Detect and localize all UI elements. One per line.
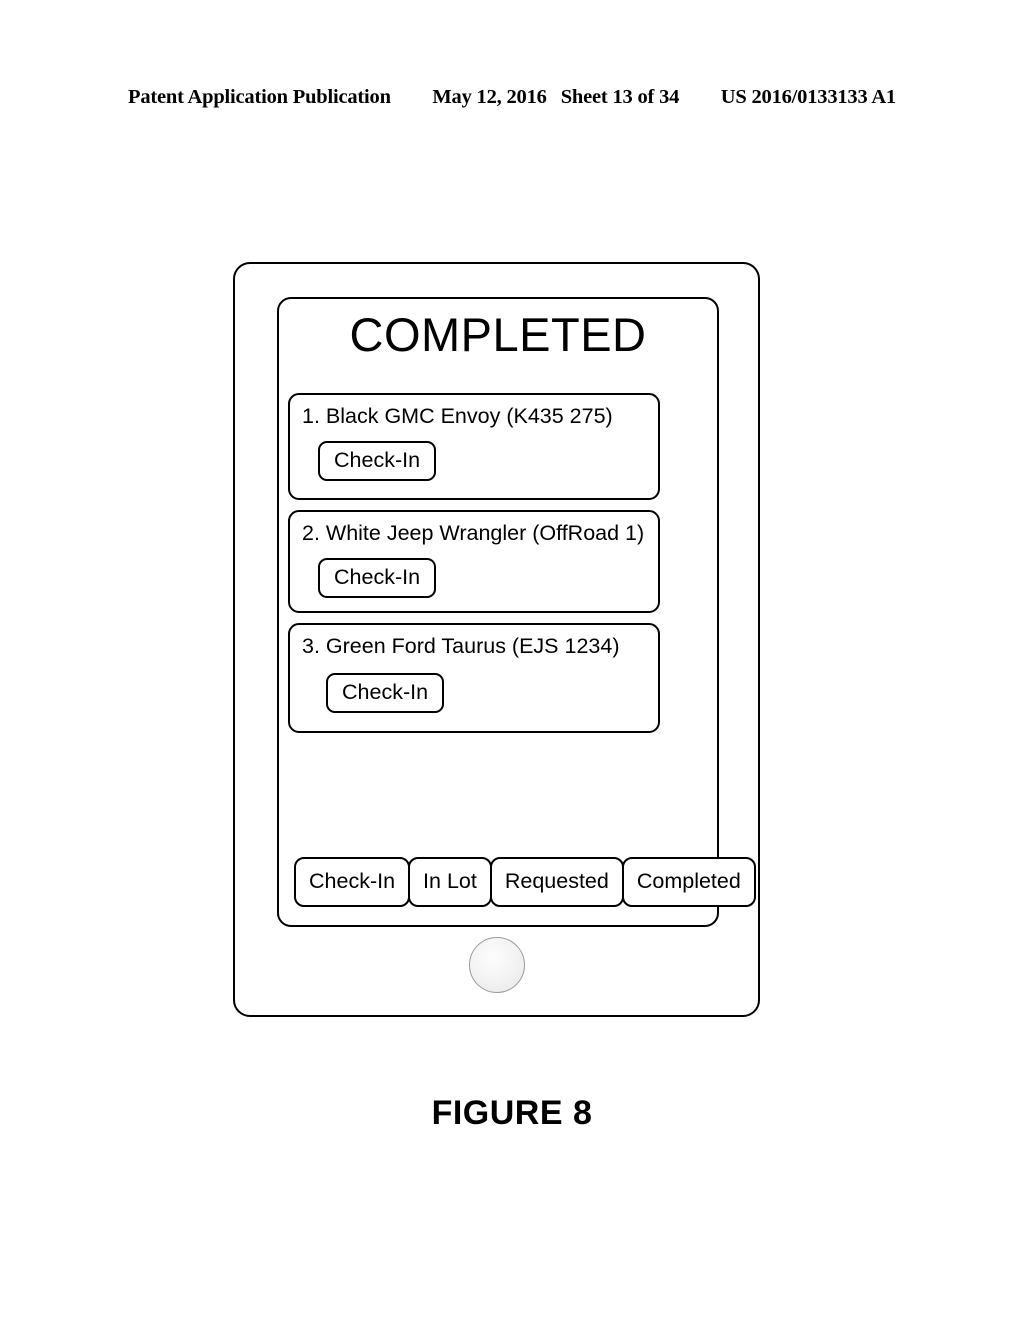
check-in-button[interactable]: Check-In xyxy=(326,672,445,713)
figure-caption: FIGURE 8 xyxy=(431,1094,593,1132)
tab-check-in[interactable]: Check-In xyxy=(294,857,411,907)
list-item[interactable]: 3. Green Ford Taurus (EJS 1234) Check-In xyxy=(288,623,660,733)
tab-in-lot[interactable]: In Lot xyxy=(408,857,492,907)
page-title: COMPLETED xyxy=(349,308,647,361)
vehicle-list: 1. Black GMC Envoy (K435 275) Check-In 2… xyxy=(288,393,660,743)
check-in-button[interactable]: Check-In xyxy=(318,440,437,481)
patent-sheet-label: Sheet 13 of 34 xyxy=(560,86,680,108)
home-button-icon[interactable] xyxy=(469,937,525,993)
patent-date-label: May 12, 2016 xyxy=(432,86,547,108)
check-in-button[interactable]: Check-In xyxy=(318,557,437,598)
vehicle-label: 3. Green Ford Taurus (EJS 1234) xyxy=(302,634,620,658)
patent-header-middle: May 12, 2016 Sheet 13 of 34 xyxy=(432,86,679,109)
vehicle-label: 2. White Jeep Wrangler (OffRoad 1) xyxy=(302,521,645,545)
device-screen: COMPLETED 1. Black GMC Envoy (K435 275) … xyxy=(277,297,756,927)
vehicle-action-row: Check-In xyxy=(290,440,658,481)
vehicle-action-row: Check-In xyxy=(290,672,658,713)
list-item[interactable]: 2. White Jeep Wrangler (OffRoad 1) Check… xyxy=(288,510,660,613)
patent-number-label: US 2016/0133133 A1 xyxy=(720,86,896,108)
list-item[interactable]: 1. Black GMC Envoy (K435 275) Check-In xyxy=(288,393,660,500)
vehicle-label: 1. Black GMC Envoy (K435 275) xyxy=(302,404,613,428)
device-frame: COMPLETED 1. Black GMC Envoy (K435 275) … xyxy=(233,262,760,1017)
tab-requested[interactable]: Requested xyxy=(489,857,624,907)
tab-bar: Check-In In Lot Requested Completed xyxy=(294,857,756,907)
patent-publication-label: Patent Application Publication xyxy=(128,86,391,108)
vehicle-action-row: Check-In xyxy=(290,557,658,598)
patent-header: Patent Application Publication May 12, 2… xyxy=(128,86,896,109)
tab-completed[interactable]: Completed xyxy=(621,857,756,907)
